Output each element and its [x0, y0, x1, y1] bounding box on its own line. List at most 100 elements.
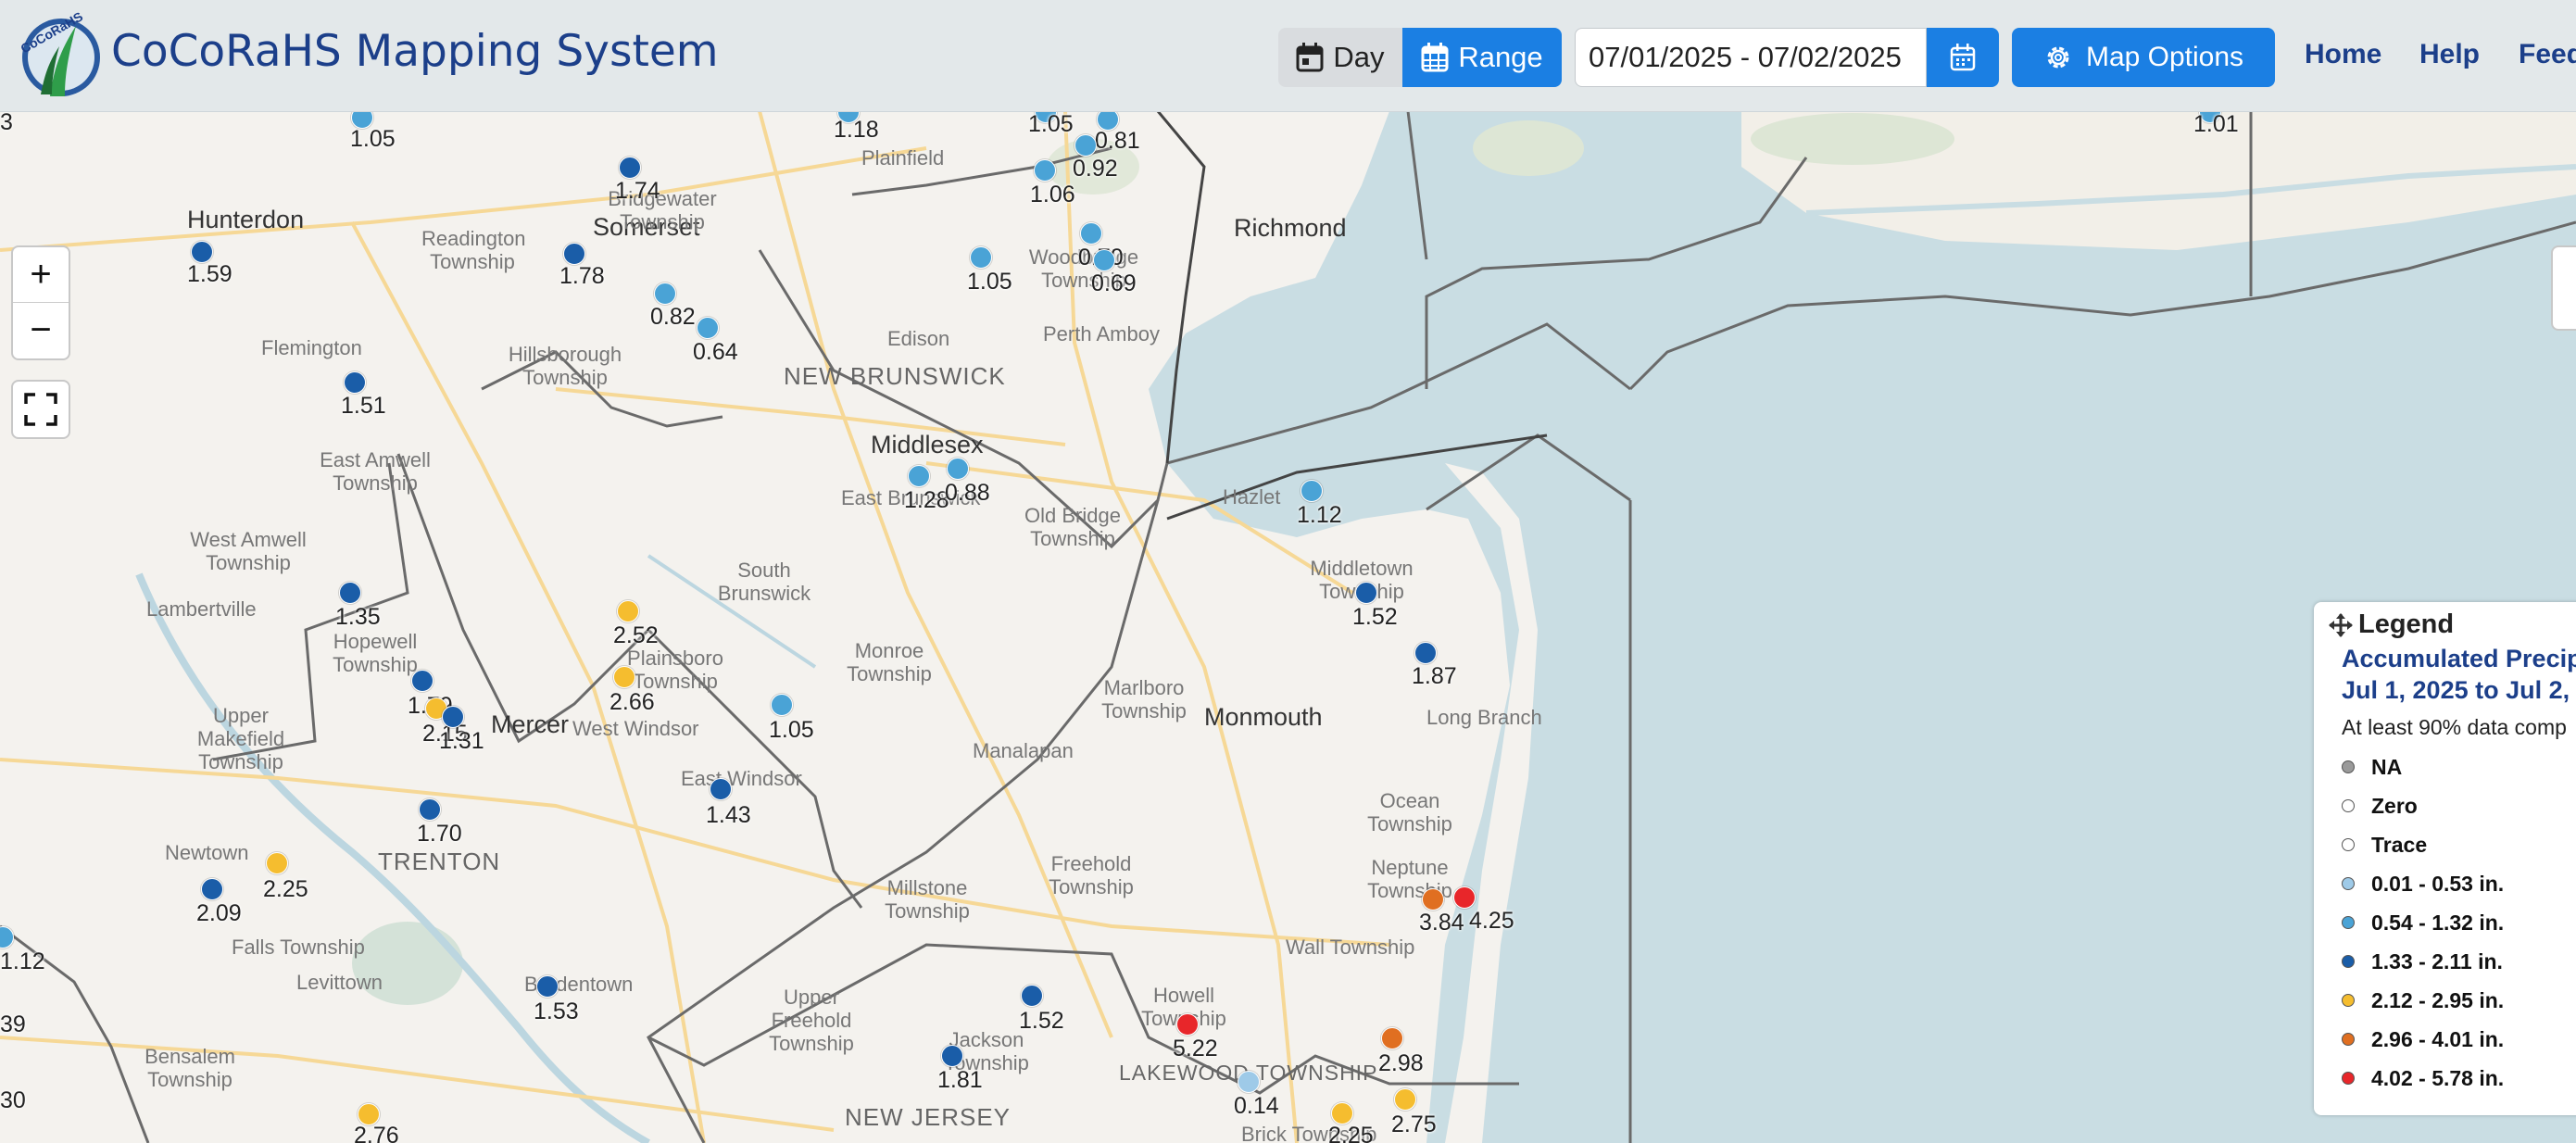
place-label: Edison — [887, 327, 950, 350]
layers-panel-tab[interactable] — [2551, 245, 2576, 331]
legend-swatch — [2342, 799, 2355, 812]
legend-panel: Legend Accumulated Precip Jul 1, 2025 to… — [2314, 602, 2576, 1115]
station-value-label: 1.51 — [341, 393, 386, 419]
station-marker[interactable] — [1238, 1071, 1260, 1093]
place-label: Wall Township — [1286, 936, 1415, 959]
place-label: Plainsboro Township — [627, 647, 723, 693]
place-label: East Amwell Township — [320, 448, 431, 495]
legend-item-label: 0.01 - 0.53 in. — [2371, 871, 2505, 896]
station-marker[interactable] — [1381, 1027, 1403, 1049]
station-value-label: 2.75 — [1391, 1112, 1437, 1137]
map-canvas[interactable]: Hunterdon Somerset Middlesex Mercer Monm… — [0, 111, 2576, 1143]
station-marker[interactable] — [941, 1045, 963, 1067]
station-marker[interactable] — [339, 582, 361, 604]
station-marker[interactable] — [536, 975, 559, 998]
place-label: Newtown — [165, 841, 249, 864]
legend-item: 2.96 - 4.01 in. — [2342, 1025, 2504, 1053]
place-label: Bensalem Township — [145, 1045, 235, 1091]
station-value-label: 1.74 — [615, 178, 660, 204]
place-label: Hunterdon — [187, 206, 305, 233]
day-label: Day — [1333, 41, 1385, 73]
station-value-label: 1.05 — [769, 717, 814, 743]
station-value-label: 2.25 — [1328, 1123, 1374, 1143]
station-marker[interactable] — [1021, 985, 1043, 1007]
station-value-label: 2.09 — [196, 900, 242, 926]
station-marker[interactable] — [970, 246, 992, 269]
station-value-label: 5.22 — [1173, 1036, 1218, 1061]
place-label: Flemington — [261, 336, 362, 359]
zoom-in-button[interactable]: + — [13, 247, 69, 302]
app-header: CoCoRaHS CoCoRaHS Mapping System Day Ran… — [0, 0, 2576, 112]
day-button[interactable]: Day — [1278, 28, 1402, 87]
station-marker[interactable] — [1331, 1102, 1353, 1124]
station-marker[interactable] — [191, 241, 213, 263]
station-marker[interactable] — [654, 283, 676, 305]
station-value-label: 1.12 — [0, 948, 45, 974]
station-value-label: 0.14 — [1234, 1093, 1279, 1119]
station-marker[interactable] — [771, 694, 793, 716]
station-marker[interactable] — [1453, 886, 1476, 909]
gear-icon — [2047, 46, 2069, 69]
station-value-label: 1.31 — [439, 728, 484, 754]
station-marker[interactable] — [419, 798, 441, 821]
station-marker[interactable] — [201, 878, 223, 900]
date-range-input[interactable] — [1575, 28, 1927, 87]
place-label: Old Bridge Township — [1024, 504, 1121, 550]
place-label: Mercer — [491, 710, 570, 738]
station-marker[interactable] — [266, 852, 288, 874]
station-marker[interactable] — [710, 778, 732, 800]
station-marker[interactable] — [344, 371, 366, 394]
map-basemap[interactable] — [0, 111, 2576, 1143]
station-marker[interactable] — [1034, 159, 1056, 182]
nav-help-link[interactable]: Help — [2419, 39, 2480, 70]
station-marker[interactable] — [411, 670, 434, 692]
zoom-out-button[interactable]: − — [13, 302, 69, 358]
station-marker[interactable] — [1301, 480, 1323, 502]
station-value-label: 1.81 — [937, 1067, 983, 1093]
map-options-button[interactable]: Map Options — [2012, 28, 2275, 87]
date-picker-button[interactable] — [1927, 28, 1999, 87]
place-label: Monroe Township — [847, 639, 932, 685]
place-label: Upper Makefield Township — [196, 704, 285, 773]
station-marker[interactable] — [697, 317, 719, 339]
station-marker[interactable] — [1414, 642, 1437, 664]
nav-home-link[interactable]: Home — [2305, 39, 2381, 70]
cocorahs-logo[interactable]: CoCoRaHS — [13, 6, 109, 102]
fullscreen-button[interactable] — [11, 380, 70, 439]
station-value-label: 1.05 — [967, 269, 1012, 295]
legend-swatch — [2342, 916, 2355, 929]
map-options-label: Map Options — [2085, 42, 2244, 72]
station-marker[interactable] — [617, 600, 639, 622]
station-marker[interactable] — [619, 157, 641, 179]
place-label: Lambertville — [146, 597, 257, 621]
place-label: Hazlet — [1223, 485, 1281, 509]
legend-date-range: Jul 1, 2025 to Jul 2, — [2342, 676, 2570, 704]
station-value-label: 3.84 — [1419, 910, 1464, 936]
station-value-label: 1.05 — [350, 126, 396, 152]
legend-item: 4.02 - 5.78 in. — [2342, 1064, 2504, 1092]
range-button[interactable]: Range — [1402, 28, 1562, 87]
station-marker[interactable] — [1080, 222, 1102, 245]
station-value-label: 3 — [0, 111, 13, 135]
station-marker[interactable] — [1093, 249, 1115, 271]
station-marker[interactable] — [1176, 1013, 1199, 1036]
station-marker[interactable] — [947, 458, 969, 480]
station-marker[interactable] — [1394, 1088, 1416, 1111]
station-marker[interactable] — [613, 666, 635, 688]
station-value-label: 1.52 — [1019, 1008, 1064, 1034]
legend-swatch — [2342, 1033, 2355, 1046]
station-value-label: 0.82 — [650, 304, 696, 330]
legend-note: At least 90% data comp — [2342, 715, 2567, 739]
legend-header[interactable]: Legend — [2329, 609, 2454, 640]
station-marker[interactable] — [908, 465, 930, 487]
station-marker[interactable] — [563, 243, 585, 265]
station-value-label: 0.69 — [1091, 270, 1137, 296]
nav-feedback-link[interactable]: Feed — [2519, 39, 2576, 70]
station-marker[interactable] — [442, 706, 464, 728]
legend-item: 0.01 - 0.53 in. — [2342, 870, 2504, 898]
station-marker[interactable] — [1355, 582, 1377, 604]
station-marker[interactable] — [1074, 134, 1097, 157]
place-label: NEW JERSEY — [845, 1103, 1012, 1131]
legend-item-label: 0.54 - 1.32 in. — [2371, 910, 2505, 935]
station-marker[interactable] — [1422, 888, 1444, 911]
